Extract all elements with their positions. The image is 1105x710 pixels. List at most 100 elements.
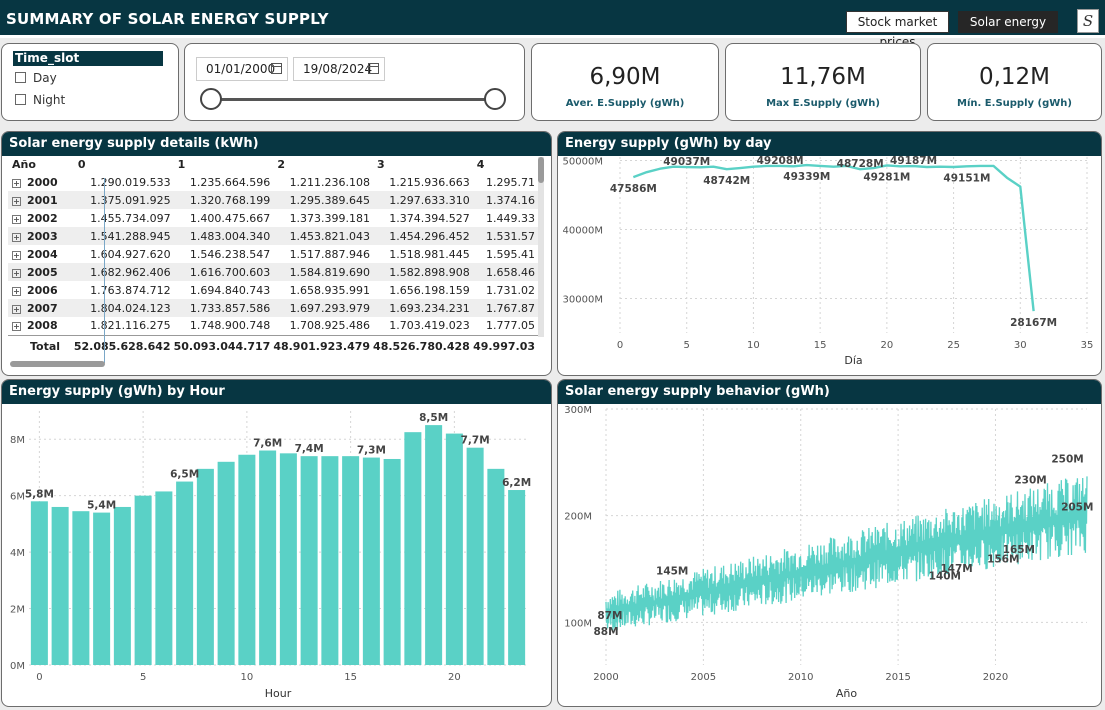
date-slider-end-handle[interactable] <box>484 88 506 110</box>
value-cell: 1.541.288.945 <box>73 227 174 245</box>
value-cell: 1.748.900.748 <box>189 319 271 333</box>
column-header[interactable]: Año <box>8 156 74 173</box>
column-header[interactable]: 3 <box>373 156 473 173</box>
calendar-icon[interactable] <box>368 63 379 74</box>
expand-icon[interactable]: + <box>12 322 21 332</box>
total-cell: 49.997.03 <box>472 334 538 357</box>
value-cell: 1.449.33 <box>486 211 535 225</box>
expand-icon[interactable]: + <box>12 268 21 278</box>
x-tick-label: 35 <box>1081 340 1094 351</box>
value-cell: 1.804.024.123 <box>73 299 174 317</box>
vertical-scrollbar-thumb[interactable] <box>538 157 544 183</box>
x-tick-label: 5 <box>684 340 690 351</box>
total-cell: 52.085.628.642 <box>73 334 174 357</box>
value-cell: 1.373.399.181 <box>289 211 371 225</box>
checkbox-icon[interactable] <box>15 72 26 83</box>
horizontal-scrollbar-thumb[interactable] <box>10 361 105 367</box>
y-tick-label: 4M <box>10 548 25 559</box>
value-cell: 1.595.41 <box>486 247 535 261</box>
stock-market-prices-button[interactable]: Stock market prices <box>846 11 949 49</box>
date-range-slicer <box>184 43 525 121</box>
table-row[interactable]: +2005 1.682.962.406 1.616.700.603 1.584.819… <box>8 263 538 281</box>
year-cell: +2005 <box>8 263 74 281</box>
hour-chart-title: Energy supply (gWh) by Hour <box>2 380 551 404</box>
value-cell: 1.703.419.023 <box>389 319 470 333</box>
total-label: Total <box>8 334 74 357</box>
data-label: 88M <box>593 626 618 638</box>
behavior-line-chart[interactable]: 100M 200M 300M 2000 2005 2010 2015 2020 87M 88M 14… <box>557 403 1102 706</box>
x-tick-label: 0 <box>36 672 42 683</box>
bar <box>487 468 505 665</box>
expand-icon[interactable]: + <box>12 304 21 314</box>
data-label: 49339M <box>783 171 830 183</box>
day-chart-title: Energy supply (gWh) by day <box>558 132 1101 156</box>
column-header[interactable]: 1 <box>174 156 274 173</box>
expand-icon[interactable]: + <box>12 286 21 296</box>
vertical-scrollbar-track[interactable] <box>538 157 544 337</box>
x-tick-label: 15 <box>814 340 827 351</box>
series-line <box>632 163 1035 312</box>
table-row[interactable]: +2006 1.763.874.712 1.694.840.743 1.658.935… <box>8 281 538 299</box>
kpi-card-max: 11,76M Max E.Supply (gWh) <box>725 43 921 121</box>
value-cell: 1.453.821.043 <box>273 227 374 245</box>
table-row[interactable]: +2003 1.541.288.945 1.483.004.340 1.453.821… <box>8 227 538 245</box>
data-label: 49187M <box>890 155 937 167</box>
y-tick-label: 40000M <box>563 225 603 236</box>
kpi-value: 0,12M <box>978 64 1051 90</box>
end-date-input[interactable]: 19/08/2024 <box>293 57 385 81</box>
value-cell: 1.290.019.533 <box>90 175 171 189</box>
table-row[interactable]: +2001 1.375.091.925 1.320.768.199 1.295.389… <box>8 191 538 209</box>
year-cell: +2003 <box>8 227 74 245</box>
bar <box>196 468 214 665</box>
data-label: 145M <box>656 565 688 577</box>
expand-icon[interactable]: + <box>12 250 21 260</box>
hour-bar-chart[interactable]: 0M 2M 4M 6M 8M 5,8M 5,4M 6,5M 7,6M 7,4M 7,3M 8,5M 7,… <box>1 403 552 706</box>
value-cell: 1.517.887.946 <box>289 247 371 261</box>
total-row: Total 52.085.628.642 50.093.044.717 48.901.… <box>8 334 538 357</box>
data-label: 87M <box>597 610 622 622</box>
year-cell: +2007 <box>8 299 74 317</box>
checkbox-icon[interactable] <box>15 94 26 105</box>
kpi-label: Aver. E.Supply (gWh) <box>565 98 685 109</box>
value-cell: 1.455.734.097 <box>90 211 171 225</box>
column-header[interactable]: 0 <box>74 156 174 173</box>
value-cell: 1.763.874.712 <box>90 283 171 297</box>
slicer-option-night[interactable]: Night <box>15 93 65 107</box>
data-label: 7,6M <box>253 438 282 450</box>
expand-icon[interactable]: + <box>12 214 21 224</box>
day-line-chart[interactable]: 30000M 40000M 50000M 0 5 10 15 20 25 30 35 47586M 49… <box>557 155 1102 375</box>
value-cell: 1.454.296.452 <box>373 227 473 245</box>
kpi-card-average: 6,90M Aver. E.Supply (gWh) <box>531 43 719 121</box>
solar-energy-button[interactable]: Solar energy <box>958 11 1058 33</box>
data-label: 147M <box>940 563 972 575</box>
table-row[interactable]: +2004 1.604.927.620 1.546.238.547 1.517.887… <box>8 245 538 263</box>
data-label: 7,7M <box>461 435 490 447</box>
date-slider-track[interactable] <box>212 98 495 101</box>
value-cell: 1.374.16 <box>472 191 538 209</box>
calendar-icon[interactable] <box>271 63 282 74</box>
x-axis-title: Año <box>836 687 857 700</box>
bar <box>508 490 526 665</box>
value-cell: 1.658.935.991 <box>289 283 371 297</box>
table-row[interactable]: +2007 1.804.024.123 1.733.857.586 1.697.293… <box>8 299 538 317</box>
column-header[interactable]: 2 <box>273 156 373 173</box>
year-cell: +2001 <box>8 191 74 209</box>
start-date-input[interactable]: 01/01/2000 <box>196 57 288 81</box>
expand-icon[interactable]: + <box>12 196 21 206</box>
table-row[interactable]: +2008 1.821.116.275 1.748.900.748 1.708.925… <box>8 317 538 335</box>
kpi-label: Max E.Supply (gWh) <box>766 98 880 109</box>
table-row[interactable]: +2000 1.290.019.533 1.235.664.596 1.211.236… <box>8 173 538 191</box>
table-row[interactable]: +2002 1.455.734.097 1.400.475.667 1.373.399… <box>8 209 538 227</box>
expand-icon[interactable]: + <box>12 178 21 188</box>
year-cell: +2008 <box>12 319 58 333</box>
column-divider <box>104 178 105 363</box>
data-label: 7,3M <box>357 445 386 457</box>
bar <box>404 432 422 665</box>
column-header[interactable]: 4 <box>473 156 538 173</box>
expand-icon[interactable]: + <box>12 232 21 242</box>
date-slider-start-handle[interactable] <box>200 88 222 110</box>
slicer-option-day[interactable]: Day <box>15 71 57 85</box>
bar <box>321 456 339 665</box>
kpi-card-min: 0,12M Mín. E.Supply (gWh) <box>927 43 1102 121</box>
value-cell: 1.731.02 <box>486 283 535 297</box>
